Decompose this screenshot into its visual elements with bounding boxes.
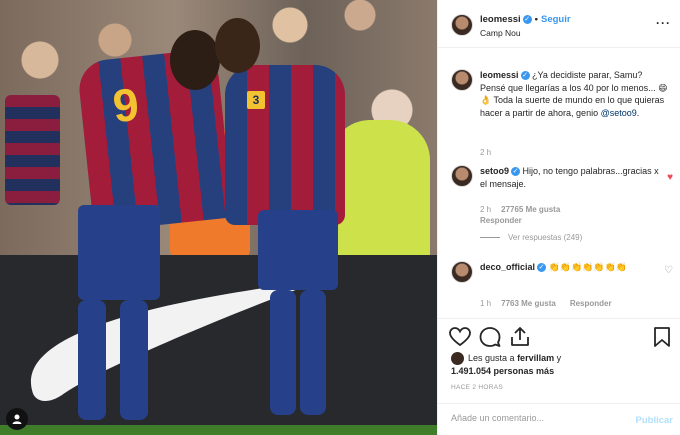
- heart-icon[interactable]: [448, 325, 472, 349]
- player-etoo-leg: [300, 290, 326, 415]
- view-replies-label: Ver respuestas (249): [508, 233, 583, 242]
- liker-avatar[interactable]: [451, 352, 464, 366]
- location-link[interactable]: Camp Nou: [480, 28, 521, 38]
- player-messi-leg: [78, 300, 106, 420]
- comment-meta: 2 h: [480, 148, 491, 157]
- fan-green-shirt: [330, 120, 430, 260]
- header-user-line: leomessi ✓ • Seguir: [480, 14, 571, 25]
- separator-dot: •: [534, 14, 538, 25]
- player-messi-shorts: [78, 205, 160, 300]
- avatar[interactable]: [451, 165, 473, 187]
- shirt-number-9: 9: [110, 77, 142, 133]
- tagged-users-icon[interactable]: [6, 408, 28, 430]
- comment-heart-filled-icon[interactable]: ♥: [667, 172, 673, 183]
- pitch-grass: [0, 425, 437, 435]
- comments-list[interactable]: leomessi ✓ ¿Ya decidiste parar, Samu? Pen…: [438, 49, 680, 317]
- avatar[interactable]: [451, 69, 473, 91]
- comment-time[interactable]: 2 h: [480, 148, 491, 157]
- comment-username[interactable]: deco_official: [480, 262, 535, 272]
- likes-summary: Les gusta a fervillam y 1.491.054 person…: [451, 352, 676, 377]
- comment-username[interactable]: setoo9: [480, 166, 509, 176]
- comment-time[interactable]: 2 h: [480, 205, 491, 214]
- share-icon[interactable]: [508, 325, 532, 349]
- post-actions: [438, 318, 680, 354]
- comment-likes[interactable]: 7763 Me gusta: [501, 299, 556, 308]
- view-replies-button[interactable]: Ver respuestas (249): [480, 233, 582, 242]
- comment-icon[interactable]: [478, 325, 502, 349]
- comment-time[interactable]: 1 h: [480, 299, 491, 308]
- comment-input[interactable]: [451, 413, 621, 423]
- player-etoo-head: [215, 18, 260, 73]
- verified-badge-icon: ✓: [522, 14, 532, 24]
- post-header: leomessi ✓ • Seguir Camp Nou ···: [438, 0, 680, 48]
- post-timestamp[interactable]: HACE 2 HORAS: [451, 384, 503, 391]
- comment-username[interactable]: leomessi: [480, 70, 519, 80]
- username-link[interactable]: leomessi: [480, 14, 521, 25]
- reply-button[interactable]: Responder: [480, 216, 522, 225]
- verified-badge-icon: ✓: [537, 263, 547, 273]
- likes-conjunction: y: [556, 353, 562, 363]
- player-etoo-shorts: [258, 210, 338, 290]
- player-messi-head: [170, 30, 220, 90]
- more-options-icon[interactable]: ···: [656, 16, 671, 30]
- comment-message: 👏👏👏👏👏👏👏: [548, 262, 627, 272]
- player-messi-leg: [120, 300, 148, 420]
- likes-prefix: Les gusta a: [468, 353, 515, 363]
- comment-end: .: [636, 107, 640, 118]
- post-photo[interactable]: 9 3: [0, 0, 437, 435]
- comment-heart-icon[interactable]: ♡: [664, 265, 673, 276]
- avatar[interactable]: [451, 14, 473, 36]
- comment-text: setoo9 ✓ Hijo, no tengo palabras...gracia…: [480, 165, 660, 190]
- comment-text: leomessi ✓ ¿Ya decidiste parar, Samu? Pen…: [480, 69, 670, 119]
- verified-badge-icon: ✓: [520, 71, 530, 81]
- add-comment-bar: Publicar: [438, 403, 680, 435]
- comment-meta: Responder: [480, 216, 522, 225]
- mention-link[interactable]: @setoo9: [601, 108, 637, 118]
- reply-button[interactable]: Responder: [570, 299, 612, 308]
- player-etoo-shirt: [225, 65, 345, 225]
- comment-text: deco_official ✓ 👏👏👏👏👏👏👏: [480, 261, 658, 274]
- bookmark-icon[interactable]: [650, 325, 674, 349]
- publish-button[interactable]: Publicar: [636, 415, 674, 426]
- post-sidebar: leomessi ✓ • Seguir Camp Nou ··· leomessi ✓ …: [437, 0, 680, 435]
- player-etoo-leg: [270, 290, 296, 415]
- verified-badge-icon: ✓: [511, 167, 521, 177]
- liker-username[interactable]: fervillam: [517, 353, 554, 363]
- captain-badge: 3: [247, 91, 265, 109]
- fan-scarf: [5, 95, 60, 205]
- avatar[interactable]: [451, 261, 473, 283]
- comment-likes[interactable]: 27765 Me gusta: [501, 205, 560, 214]
- comment-meta: 2 h 27765 Me gusta: [480, 205, 560, 214]
- likes-count-link[interactable]: 1.491.054 personas más: [451, 366, 554, 376]
- follow-button[interactable]: Seguir: [541, 14, 571, 25]
- comment-meta: 1 h 7763 Me gusta Responder: [480, 299, 612, 308]
- replies-divider: [480, 237, 500, 239]
